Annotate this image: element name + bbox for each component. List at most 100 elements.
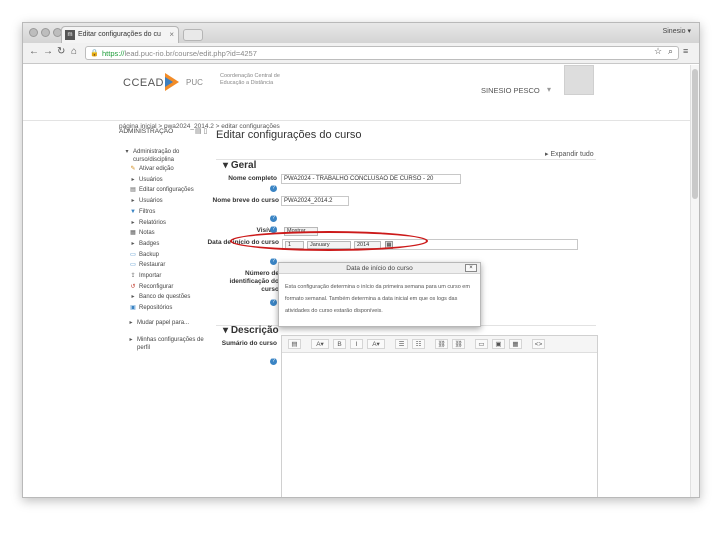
- summary-editor[interactable]: ▤ A▾ B I A▾ ☰ ☷ ⛓ ⛓ ▭ ▣ ▦ <>: [281, 335, 598, 497]
- address-bar[interactable]: 🔒 https://lead.puc-rio.br/course/edit.ph…: [85, 46, 679, 60]
- caret-icon: ▸: [131, 176, 135, 183]
- sidebar-item-label: Relatórios: [139, 219, 167, 226]
- section-description-header[interactable]: ▾ Descrição: [223, 325, 279, 336]
- expand-all-link[interactable]: ▸ Expandir tudo: [545, 150, 594, 158]
- help-icon[interactable]: ?: [270, 215, 277, 222]
- browser-tab[interactable]: m Editar configurações do cu ×: [61, 26, 179, 43]
- editor-tool-button[interactable]: ▤: [288, 339, 301, 349]
- sidebar-item[interactable]: ▸ Usuários: [129, 176, 163, 184]
- editor-tool-button[interactable]: B: [333, 339, 346, 349]
- editor-tool-button[interactable]: A▾: [367, 339, 385, 349]
- profile-chip[interactable]: Sinesio ▾: [663, 27, 691, 35]
- browser-window: m Editar configurações do cu × Sinesio ▾…: [22, 22, 700, 498]
- sidebar-item[interactable]: ▣ Repositórios: [129, 304, 172, 312]
- lock-icon: 🔒: [90, 50, 99, 57]
- sidebar-item[interactable]: ⇪ Importar: [129, 272, 161, 280]
- sidebar-item[interactable]: ▤ Editar configurações: [129, 186, 194, 194]
- sidebar-item[interactable]: ▸ Banco de questões: [129, 293, 190, 301]
- help-icon[interactable]: ?: [270, 299, 277, 306]
- sidebar-item[interactable]: ▦ Notas: [129, 229, 155, 237]
- sidebar-item[interactable]: ▼ Filtros: [129, 208, 155, 216]
- back-icon[interactable]: ←: [29, 46, 39, 57]
- close-icon[interactable]: ×: [465, 264, 477, 272]
- shortname-input[interactable]: PWA2024_2014.2: [281, 196, 349, 206]
- editor-tool-button[interactable]: ☰: [395, 339, 408, 349]
- caret-icon: ▸: [131, 294, 135, 301]
- caret-icon: ▸: [129, 320, 133, 326]
- avatar[interactable]: [564, 65, 594, 95]
- section-general-header[interactable]: ▾ Geral: [223, 160, 256, 171]
- sidebar-item[interactable]: ▭ Backup: [129, 251, 159, 259]
- sidebar-item-label: Restaurar: [139, 262, 166, 269]
- user-menu-chevron-icon[interactable]: ▾: [547, 85, 551, 94]
- home-icon[interactable]: ⌂: [71, 46, 77, 57]
- editor-tool-button[interactable]: <>: [532, 339, 545, 349]
- sidebar-item-label: Usuários: [139, 198, 163, 205]
- page-scrollbar[interactable]: [690, 65, 699, 497]
- star-icon[interactable]: ☆: [654, 46, 662, 57]
- filter-icon: ▼: [130, 208, 136, 215]
- fullname-input[interactable]: PWA2024 - TRABALHO CONCLUSÃO DE CURSO - …: [281, 174, 461, 184]
- caret-icon: ▸: [129, 337, 133, 343]
- url-path: lead.puc-rio.br/course/edit.php?id=4257: [124, 49, 257, 58]
- editor-tool-button[interactable]: ▭: [475, 339, 488, 349]
- sidebar-item-label: Usuários: [139, 176, 163, 183]
- backup-icon: ▭: [130, 251, 136, 258]
- expanded-caret-icon: ▾: [125, 149, 129, 155]
- logo-subtitle: Coordenação Central de Educação a Distân…: [220, 73, 280, 86]
- sidebar-item[interactable]: ✎ Ativar edição: [129, 165, 173, 173]
- title-bar: m Editar configurações do cu × Sinesio ▾: [23, 23, 699, 43]
- editor-tool-button[interactable]: ☷: [412, 339, 425, 349]
- editor-tool-button[interactable]: ⛓: [435, 339, 448, 349]
- tab-close-icon[interactable]: ×: [169, 27, 174, 43]
- admin-block-title: ADMINISTRAÇÃO: [119, 128, 174, 135]
- forward-icon[interactable]: →: [43, 46, 53, 57]
- sidebar-item-label: Editar configurações: [139, 187, 194, 194]
- shortname-label: Nome breve do curso: [212, 197, 279, 204]
- editor-tool-button[interactable]: ⛓: [452, 339, 465, 349]
- logo-mark-icon: [165, 73, 179, 91]
- editor-tool-button[interactable]: I: [350, 339, 363, 349]
- search-icon[interactable]: ⌕: [668, 46, 673, 57]
- close-window-icon[interactable]: [29, 28, 38, 37]
- url-scheme: https://: [102, 49, 125, 58]
- editor-tool-button[interactable]: ▣: [492, 339, 505, 349]
- sidebar-item-switch-role[interactable]: ▸ Mudar papel para...: [127, 319, 189, 327]
- editor-tool-button[interactable]: ▦: [509, 339, 522, 349]
- sidebar-item-label: Backup: [139, 251, 160, 258]
- sidebar-item-label: Filtros: [139, 208, 156, 215]
- sidebar-item[interactable]: ▸ Usuários: [129, 197, 163, 205]
- sidebar-item[interactable]: ▸ Badges: [129, 240, 159, 248]
- site-logo-text[interactable]: CCEAD: [123, 77, 164, 89]
- import-icon: ⇪: [130, 273, 136, 279]
- divider: [216, 159, 596, 160]
- fullname-label: Nome completo: [228, 175, 277, 182]
- caret-icon: ▸: [131, 240, 135, 247]
- sidebar-item-profile[interactable]: ▸ Minhas configurações de perfil: [127, 336, 209, 352]
- help-icon[interactable]: ?: [270, 358, 277, 365]
- editor-toolbar: ▤ A▾ B I A▾ ☰ ☷ ⛓ ⛓ ▭ ▣ ▦ <>: [282, 336, 597, 353]
- menu-icon[interactable]: ≡: [683, 46, 688, 56]
- grades-icon: ▦: [130, 230, 136, 237]
- block-actions-icon[interactable]: ▤ ▯: [195, 127, 207, 135]
- sidebar-item-label: Badges: [139, 240, 160, 247]
- sidebar-item[interactable]: ↺ Reconfigurar: [129, 283, 173, 291]
- sidebar-item-label: Notas: [139, 230, 155, 237]
- sidebar-item[interactable]: ▸ Relatórios: [129, 219, 166, 227]
- user-name[interactable]: SINESIO PESCO: [481, 86, 540, 95]
- help-icon[interactable]: ?: [270, 185, 277, 192]
- minimize-window-icon[interactable]: [41, 28, 50, 37]
- editor-tool-button[interactable]: A▾: [311, 339, 329, 349]
- new-tab-button[interactable]: [183, 29, 203, 41]
- restore-icon: ▭: [130, 262, 136, 269]
- caret-icon: ▸: [131, 219, 135, 226]
- favicon-icon: m: [65, 30, 75, 40]
- reload-icon[interactable]: ↻: [57, 46, 65, 57]
- settings-icon: ▤: [130, 187, 136, 194]
- sidebar-section-course[interactable]: ▾ Administração do curso/disciplina: [123, 148, 195, 164]
- help-icon[interactable]: ?: [270, 258, 277, 265]
- scrollbar-thumb[interactable]: [692, 69, 698, 199]
- sidebar-item[interactable]: ▭ Restaurar: [129, 261, 165, 269]
- tab-title: Editar configurações do cu: [78, 31, 161, 38]
- sidebar-item-label: Importar: [139, 273, 162, 279]
